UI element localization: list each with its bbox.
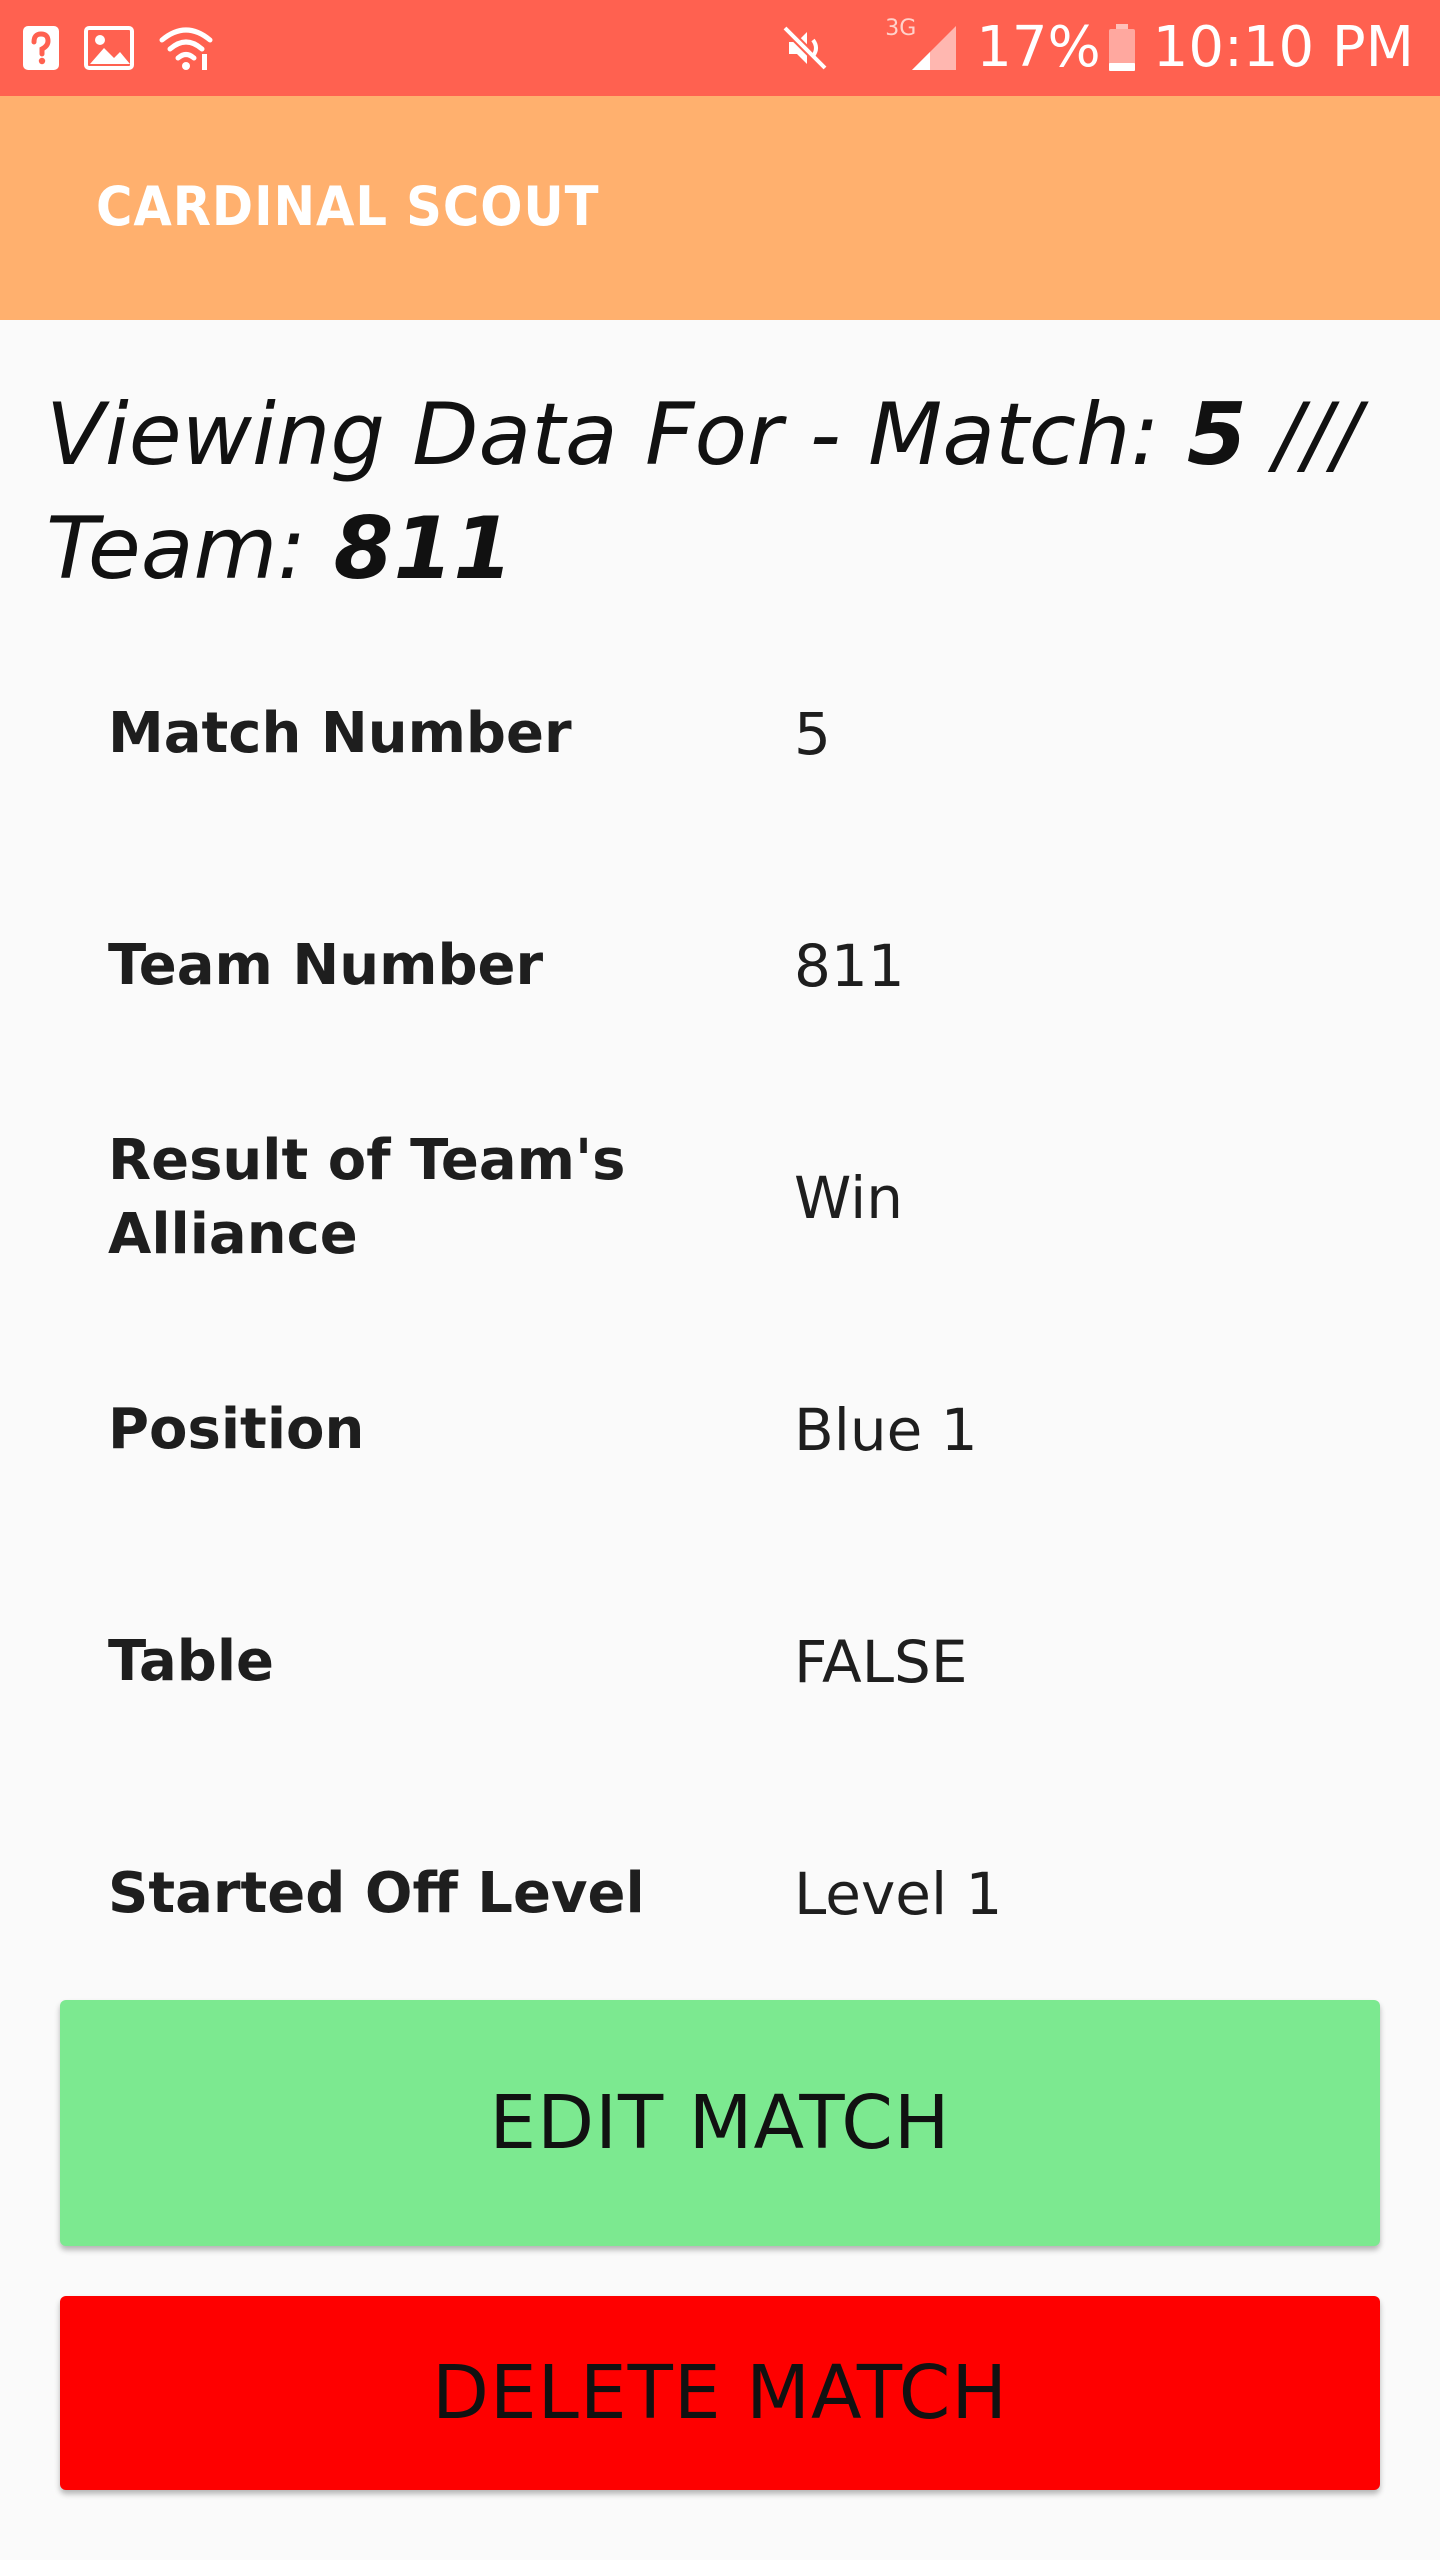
row-label: Table: [108, 1629, 275, 1694]
clock: 10:10 PM: [1152, 15, 1414, 80]
row-alliance-result: Result of Team's Alliance Win: [108, 1118, 1328, 1278]
heading-prefix: Viewing Data For - Match:: [46, 385, 1187, 485]
heading-match-number: 5: [1186, 385, 1247, 485]
app-title: CARDINAL SCOUT: [96, 175, 600, 238]
row-table: Table FALSE: [108, 1582, 1328, 1742]
row-label: Team Number: [108, 933, 544, 998]
heading-team-number: 811: [333, 499, 514, 599]
row-value: Level 1: [794, 1860, 1003, 1928]
row-value: 811: [794, 932, 905, 1000]
wifi-icon: [159, 27, 213, 70]
edit-match-label: EDIT MATCH: [489, 2080, 951, 2166]
row-value: Blue 1: [794, 1396, 978, 1464]
edit-match-button[interactable]: EDIT MATCH: [60, 2000, 1380, 2246]
image-icon: [84, 26, 134, 70]
heading-separator: ///: [1246, 385, 1361, 485]
mute-icon: [782, 25, 829, 71]
battery-icon: [1108, 24, 1135, 71]
row-position: Position Blue 1: [108, 1350, 1328, 1510]
row-label: Match Number: [108, 701, 572, 766]
status-right-icons: 3G 17% 10:10 PM: [781, 14, 1414, 82]
row-label: Result of Team's Alliance: [108, 1128, 626, 1267]
status-left-icons: [22, 20, 214, 76]
row-value: Win: [794, 1164, 903, 1232]
battery-percent: 17%: [976, 15, 1101, 80]
row-team-number: Team Number 811: [108, 886, 1328, 1046]
row-match-number: Match Number 5: [108, 654, 1328, 814]
network-type-label: 3G: [885, 15, 917, 41]
status-bar: 3G 17% 10:10 PM: [0, 0, 1440, 96]
row-started-off-level: Started Off Level Level 1: [108, 1814, 1328, 1974]
app-bar: CARDINAL SCOUT: [0, 96, 1440, 320]
delete-match-button[interactable]: DELETE MATCH: [60, 2296, 1380, 2490]
heading-team-prefix: Team:: [46, 499, 334, 599]
row-label: Position: [108, 1397, 365, 1462]
row-label: Started Off Level: [108, 1861, 645, 1926]
help-box-icon: [23, 26, 59, 70]
row-value: 5: [794, 700, 831, 768]
page-heading: Viewing Data For - Match: 5 /// Team: 81…: [46, 378, 1416, 606]
delete-match-label: DELETE MATCH: [431, 2350, 1009, 2436]
row-value: FALSE: [794, 1628, 968, 1696]
signal-icon: [912, 26, 957, 70]
